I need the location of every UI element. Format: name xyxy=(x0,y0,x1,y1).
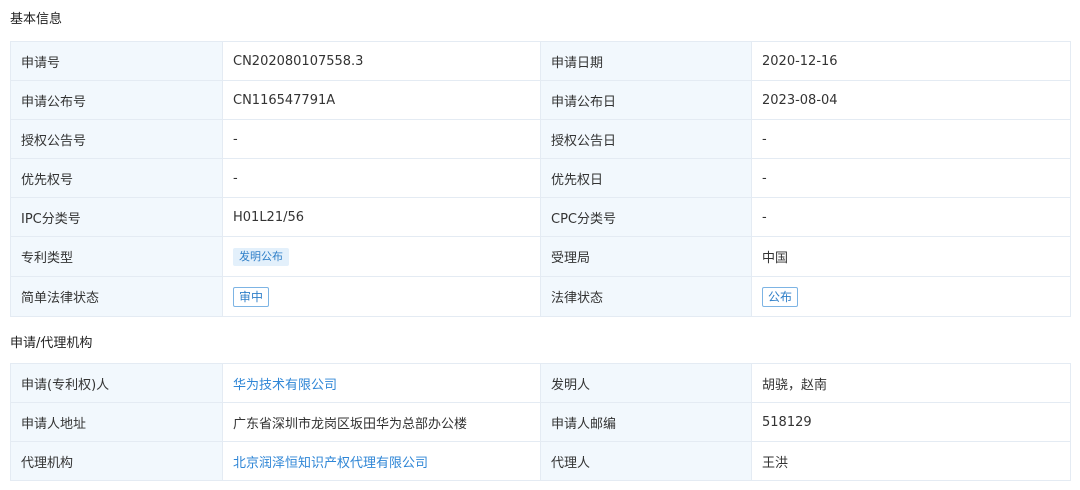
patent-type-cell: 发明公布 xyxy=(222,236,541,277)
agency-link[interactable]: 北京润泽恒知识产权代理有限公司 xyxy=(233,456,428,471)
priority-number-label: 优先权号 xyxy=(10,158,223,198)
agent-label: 代理人 xyxy=(540,441,752,481)
inventor-label: 发明人 xyxy=(540,363,752,403)
basic-info-title: 基本信息 xyxy=(10,12,63,27)
applicant-address-value: 广东省深圳市龙岗区坂田华为总部办公楼 xyxy=(222,402,541,442)
simple-legal-status-label: 简单法律状态 xyxy=(10,276,223,317)
applicant-label: 申请(专利权)人 xyxy=(10,363,223,403)
cpc-label: CPC分类号 xyxy=(540,197,752,237)
agency-info-title: 申请/代理机构 xyxy=(10,336,93,351)
application-number-value: CN202080107558.3 xyxy=(222,41,541,81)
table-row: 申请人地址 广东省深圳市龙岗区坂田华为总部办公楼 申请人邮编 518129 xyxy=(10,402,1071,442)
table-row: 简单法律状态 审中 法律状态 公布 xyxy=(10,276,1071,317)
priority-date-label: 优先权日 xyxy=(540,158,752,198)
table-row: 申请公布号 CN116547791A 申请公布日 2023-08-04 xyxy=(10,80,1071,120)
table-row: 专利类型 发明公布 受理局 中国 xyxy=(10,236,1071,277)
priority-date-value: - xyxy=(751,158,1071,198)
inventor-value: 胡骁，赵南 xyxy=(751,363,1071,403)
priority-number-value: - xyxy=(222,158,541,198)
publication-date-value: 2023-08-04 xyxy=(751,80,1071,120)
grant-date-label: 授权公告日 xyxy=(540,119,752,159)
publication-number-label: 申请公布号 xyxy=(10,80,223,120)
applicant-postcode-label: 申请人邮编 xyxy=(540,402,752,442)
office-label: 受理局 xyxy=(540,236,752,277)
table-row: 优先权号 - 优先权日 - xyxy=(10,158,1071,198)
table-row: IPC分类号 H01L21/56 CPC分类号 - xyxy=(10,197,1071,237)
simple-legal-status-badge: 审中 xyxy=(233,286,270,307)
publication-number-value: CN116547791A xyxy=(222,80,541,120)
application-number-label: 申请号 xyxy=(10,41,223,81)
basic-info-table: 申请号 CN202080107558.3 申请日期 2020-12-16 申请公… xyxy=(10,41,1071,317)
legal-status-badge[interactable]: 公布 xyxy=(762,286,799,307)
patent-type-label: 专利类型 xyxy=(10,236,223,277)
application-date-value: 2020-12-16 xyxy=(751,41,1071,81)
agency-cell: 北京润泽恒知识产权代理有限公司 xyxy=(222,441,541,481)
grant-number-label: 授权公告号 xyxy=(10,119,223,159)
ipc-value: H01L21/56 xyxy=(222,197,541,237)
grant-number-value: - xyxy=(222,119,541,159)
applicant-link[interactable]: 华为技术有限公司 xyxy=(233,378,337,393)
application-date-label: 申请日期 xyxy=(540,41,752,81)
ipc-label: IPC分类号 xyxy=(10,197,223,237)
office-value: 中国 xyxy=(751,236,1071,277)
publication-date-label: 申请公布日 xyxy=(540,80,752,120)
table-row: 代理机构 北京润泽恒知识产权代理有限公司 代理人 王洪 xyxy=(10,441,1071,481)
table-row: 申请(专利权)人 华为技术有限公司 发明人 胡骁，赵南 xyxy=(10,363,1071,403)
cpc-value: - xyxy=(751,197,1071,237)
agent-value: 王洪 xyxy=(751,441,1071,481)
table-row: 授权公告号 - 授权公告日 - xyxy=(10,119,1071,159)
table-row: 申请号 CN202080107558.3 申请日期 2020-12-16 xyxy=(10,41,1071,81)
legal-status-label: 法律状态 xyxy=(540,276,752,317)
agency-label: 代理机构 xyxy=(10,441,223,481)
legal-status-cell: 公布 xyxy=(751,276,1071,317)
applicant-address-label: 申请人地址 xyxy=(10,402,223,442)
applicant-postcode-value: 518129 xyxy=(751,402,1071,442)
patent-type-badge: 发明公布 xyxy=(233,247,289,266)
grant-date-value: - xyxy=(751,119,1071,159)
agency-info-table: 申请(专利权)人 华为技术有限公司 发明人 胡骁，赵南 申请人地址 广东省深圳市… xyxy=(10,363,1071,481)
simple-legal-status-cell: 审中 xyxy=(222,276,541,317)
applicant-cell: 华为技术有限公司 xyxy=(222,363,541,403)
